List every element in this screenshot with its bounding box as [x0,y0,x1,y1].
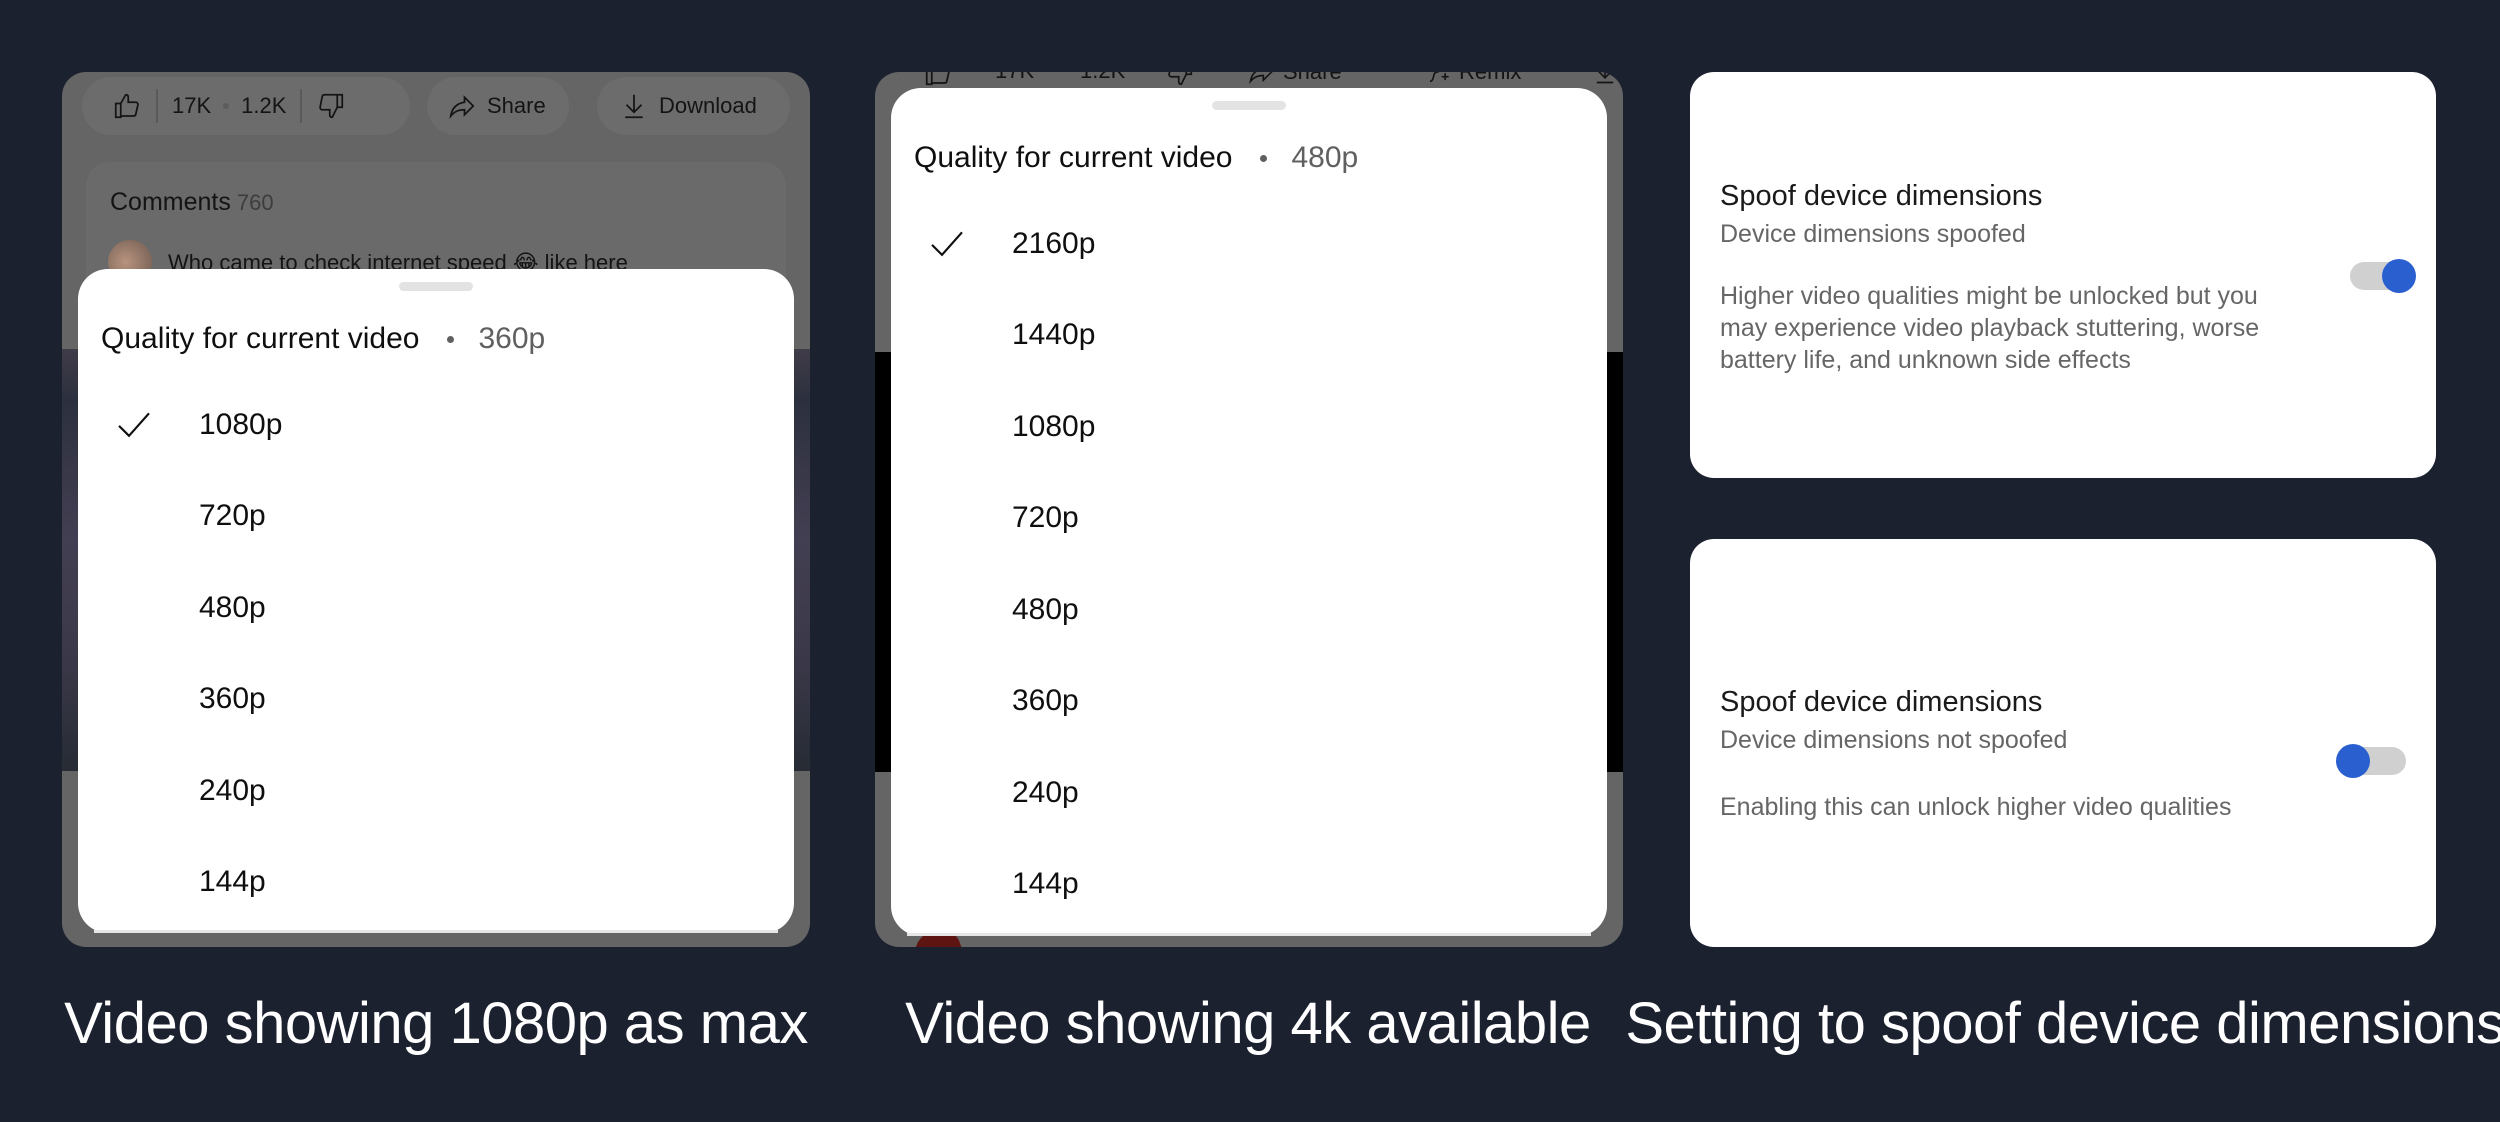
quality-label: 480p [1012,592,1079,626]
quality-option-144p[interactable]: 144p [78,837,794,929]
like-dislike-group: 17K 1.2K [82,77,410,135]
remix-button[interactable]: Remix [1423,72,1521,86]
quality-option-720p[interactable]: 720p [78,471,794,563]
quality-label: 2160p [1012,226,1096,260]
separator-dot [1260,154,1268,162]
download-icon [625,94,643,119]
checkmark-icon [118,412,150,438]
current-quality: 480p [1291,141,1359,174]
quality-label: 720p [1012,501,1079,535]
thumbs-up-icon[interactable] [923,72,953,88]
separator-dot [223,103,230,109]
setting-summary: Device dimensions not spoofed [1720,726,2068,754]
share-button[interactable]: Share [427,77,569,135]
dislike-count: 1.2K [241,93,287,118]
caption-1080p-max: Video showing 1080p as max [64,991,808,1056]
comments-count: 760 [236,190,274,215]
setting-description: Higher video qualities might be unlocked… [1720,282,2260,374]
quality-label: 360p [199,682,266,716]
video-action-bar: 17K 1.2K Share Download [62,72,810,162]
quality-option-1440p[interactable]: 1440p [891,290,1607,382]
setting-card-spoof-disabled[interactable]: Spoof device dimensions Device dimension… [1690,539,2436,947]
quality-label: 480p [199,590,266,624]
spoof-dimensions-toggle-off[interactable] [2336,744,2406,778]
download-label: Download [659,93,757,118]
quality-label: 240p [1012,775,1079,809]
download-icon[interactable] [1591,72,1619,86]
setting-title: Spoof device dimensions [1720,180,2043,212]
divider [156,89,158,123]
quality-label: 1080p [1012,409,1096,443]
quality-option-480p[interactable]: 480p [891,564,1607,656]
screenshot-4k-available: 17K 1.2K Share Remix Quality for current… [875,72,1623,947]
share-icon [1249,72,1273,85]
sheet-bottom-edge [94,930,778,933]
quality-label: 144p [199,865,266,899]
quality-option-1080p[interactable]: 1080p [891,381,1607,473]
caption-spoof-setting: Setting to spoof device dimensions [1625,991,2500,1056]
quality-label: 1440p [1012,318,1096,352]
quality-label: 720p [199,499,266,533]
quality-option-144p[interactable]: 144p [891,839,1607,931]
quality-option-720p[interactable]: 720p [891,473,1607,565]
download-button[interactable]: Download [597,77,790,135]
like-count: 17K [172,93,212,118]
sheet-bottom-edge [907,933,1591,936]
quality-bottom-sheet: Quality for current video 480p 2160p 1440… [891,88,1607,936]
quality-bottom-sheet: Quality for current video 360p 1080p 720p… [78,269,794,933]
separator-dot [447,335,455,343]
setting-card-spoof-enabled[interactable]: Spoof device dimensions Device dimension… [1690,72,2436,478]
current-quality: 360p [478,322,546,355]
dislike-count: 1.2K [1080,72,1125,84]
thumbs-up-icon[interactable] [112,91,142,121]
share-button[interactable]: Share [1247,72,1342,86]
setting-summary: Device dimensions spoofed [1720,220,2026,248]
toggle-thumb [2382,259,2416,293]
quality-option-480p[interactable]: 480p [78,562,794,654]
like-count: 17K [995,72,1034,84]
divider [300,89,303,123]
thumbs-down-icon[interactable] [316,91,346,121]
quality-option-2160p[interactable]: 2160p [891,198,1607,290]
spoof-dimensions-toggle-on[interactable] [2350,259,2416,293]
sheet-title: Quality for current video 480p [914,141,1358,175]
comments-title: Comments 760 [110,188,274,216]
quality-option-240p[interactable]: 240p [891,747,1607,839]
quality-label: 240p [199,773,266,807]
sheet-title: Quality for current video 360p [101,322,545,356]
sheet-title-text: Quality for current video [101,322,420,355]
setting-description: Enabling this can unlock higher video qu… [1720,793,2232,821]
drag-handle[interactable] [1212,101,1286,110]
quality-label: 360p [1012,684,1079,718]
quality-label: 1080p [199,407,283,441]
thumbs-down-icon[interactable] [1165,72,1195,88]
quality-option-360p[interactable]: 360p [78,654,794,746]
share-icon [449,95,475,119]
quality-list: 1080p 720p 480p 360p 240p 144p [78,379,794,928]
quality-option-240p[interactable]: 240p [78,745,794,837]
checkmark-icon [931,231,963,257]
remix-icon [1429,72,1449,83]
quality-option-360p[interactable]: 360p [891,656,1607,748]
quality-list: 2160p 1440p 1080p 720p 480p 360p 240p 144p [891,198,1607,930]
sheet-title-text: Quality for current video [914,141,1233,174]
share-label: Share [1283,72,1342,85]
remix-label: Remix [1459,72,1521,85]
drag-handle[interactable] [399,282,473,291]
quality-option-1080p[interactable]: 1080p [78,379,794,471]
quality-label: 144p [1012,867,1079,901]
setting-title: Spoof device dimensions [1720,686,2043,718]
screenshot-1080p-max: 17K 1.2K Share Download Comments 760 Who … [62,72,810,947]
share-label: Share [487,93,546,118]
toggle-thumb [2336,744,2370,778]
caption-4k-available: Video showing 4k available [905,991,1591,1056]
